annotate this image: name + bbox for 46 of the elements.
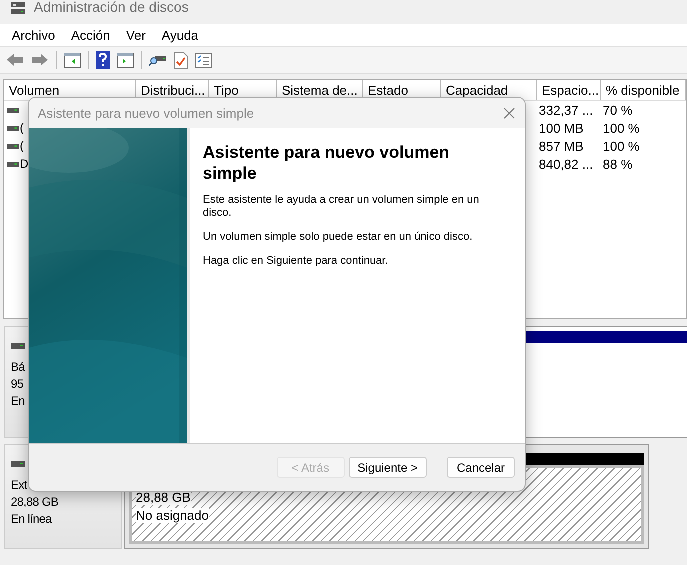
wizard-text: Haga clic en Siguiente para continuar. bbox=[203, 255, 390, 268]
drive-icon bbox=[7, 126, 19, 130]
table-cell-text: 840,82 ... bbox=[539, 156, 594, 172]
disk-info-text: 95 bbox=[11, 377, 25, 392]
connect-drive-icon[interactable] bbox=[149, 53, 167, 67]
back-icon[interactable] bbox=[6, 53, 24, 67]
partition-status: No asignado bbox=[136, 508, 209, 523]
disk-info-text: Ext bbox=[11, 478, 28, 493]
drive-icon bbox=[7, 108, 19, 112]
checklist-icon[interactable] bbox=[174, 52, 188, 68]
disk-info-text: En línea bbox=[11, 512, 54, 527]
wizard-heading: Asistente para nuevo volumen simple bbox=[203, 142, 451, 184]
disk-info-text: Bá bbox=[11, 360, 26, 375]
properties-icon[interactable] bbox=[195, 52, 212, 68]
menu-item[interactable]: Archivo bbox=[4, 26, 64, 44]
disk-management-icon bbox=[10, 1, 26, 15]
table-cell-text: 857 MB bbox=[539, 138, 585, 154]
wizard-text: Este asistente le ayuda a crear un volumen simple en un disco. bbox=[203, 194, 480, 220]
drive-icon bbox=[11, 343, 25, 349]
close-icon[interactable] bbox=[504, 108, 515, 118]
dialog-button[interactable]: Siguiente > bbox=[348, 457, 427, 478]
help-icon[interactable] bbox=[96, 51, 110, 69]
dialog-button[interactable]: Cancelar bbox=[447, 457, 515, 478]
drive-icon bbox=[7, 162, 19, 166]
forward-icon[interactable] bbox=[31, 53, 49, 67]
table-cell-text: 100 % bbox=[603, 120, 641, 136]
drive-icon bbox=[11, 461, 25, 467]
table-cell: ( bbox=[20, 121, 24, 135]
disk-info-text: 28,88 GB bbox=[11, 495, 60, 510]
menu-item[interactable]: Acción bbox=[63, 26, 118, 44]
table-cell: ( bbox=[20, 139, 24, 153]
panel-icon[interactable] bbox=[64, 52, 81, 68]
dialog-title: Asistente para nuevo volumen simple bbox=[38, 106, 254, 120]
menu-item[interactable]: Ver bbox=[118, 26, 154, 44]
table-cell-text: 332,37 ... bbox=[539, 102, 594, 118]
panel-icon[interactable] bbox=[117, 52, 134, 68]
table-cell-text: 100 MB bbox=[539, 120, 585, 136]
drive-icon bbox=[7, 144, 19, 148]
table-cell-text: 88 % bbox=[603, 156, 634, 172]
table-cell-text: 70 % bbox=[603, 102, 634, 118]
wizard-text: Un volumen simple solo puede estar en un único disco. bbox=[203, 231, 474, 244]
window-title: Administración de discos bbox=[34, 0, 189, 15]
menu-item[interactable]: Ayuda bbox=[154, 26, 207, 44]
table-cell-text: 100 % bbox=[603, 138, 641, 154]
table-cell: D bbox=[20, 157, 29, 171]
disk-info-text: En bbox=[11, 394, 26, 409]
